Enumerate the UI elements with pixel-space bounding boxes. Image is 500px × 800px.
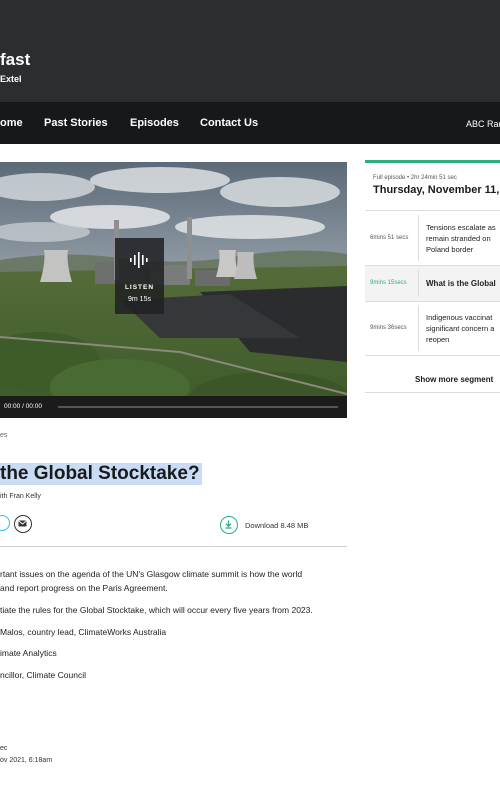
divider [365, 392, 500, 393]
segment-row[interactable]: 6mins 51 secs Tensions escalate as remai… [365, 210, 500, 265]
story-duration: ec [0, 745, 8, 752]
download-icon [220, 516, 238, 534]
show-header: fast Extel [0, 0, 500, 102]
nav-item-contact-us[interactable]: Contact Us [200, 117, 258, 129]
segment-row[interactable]: 9mins 36secs Indigenous vaccinat signifi… [365, 301, 500, 355]
nav-item-home[interactable]: ome [0, 117, 23, 129]
progress-track[interactable] [58, 406, 338, 408]
main-nav: ome Past Stories Episodes Contact Us ABC… [0, 102, 500, 144]
listen-button[interactable]: LISTEN 9m 15s [115, 238, 164, 314]
show-more-segments-button[interactable]: Show more segment [415, 375, 493, 384]
nav-item-episodes[interactable]: Episodes [130, 117, 179, 129]
story-date: ov 2021, 6:18am [0, 757, 53, 764]
listen-duration: 9m 15s [128, 296, 151, 303]
page-title: the Global Stocktake? [0, 463, 202, 485]
breadcrumb[interactable]: es [0, 432, 7, 439]
segment-title-line: significant concern a [426, 324, 495, 333]
segment-separator [418, 270, 419, 297]
episode-date[interactable]: Thursday, November 11, 2 [373, 184, 500, 196]
show-title[interactable]: fast [0, 50, 30, 70]
guest-item: Malos, country lead, ClimateWorks Austra… [0, 627, 167, 637]
episode-panel-accent [365, 160, 500, 163]
audio-wave-icon [130, 252, 148, 268]
segment-title-line: remain stranded on [426, 234, 491, 243]
segment-title-line: What is the Global [426, 279, 496, 288]
body-paragraph: rtant issues on the agenda of the UN's G… [0, 569, 303, 579]
guest-item: imate Analytics [0, 648, 57, 658]
page-title-text: the Global Stocktake? [0, 463, 202, 485]
show-subtitle: Extel [0, 74, 22, 84]
abc-radio-link[interactable]: ABC Rad [466, 119, 500, 129]
power-station-image [0, 162, 347, 418]
segment-title-line: Tensions escalate as [426, 223, 496, 232]
time-display: 00:00 / 00:00 [4, 403, 42, 410]
listen-label: LISTEN [124, 284, 155, 291]
share-icon[interactable] [0, 515, 10, 531]
segment-title-line: Poland border [426, 245, 474, 254]
segment-title-line: Indigenous vaccinat [426, 313, 493, 322]
segment-title-line: reopen [426, 335, 450, 344]
segment-separator [418, 215, 419, 261]
segment-separator [418, 306, 419, 351]
body-paragraph: tiate the rules for the Global Stocktake… [0, 605, 313, 615]
guest-item: ncillor, Climate Council [0, 670, 86, 680]
segment-time: 6mins 51 secs [370, 235, 409, 241]
player-controls: 00:00 / 00:00 [0, 396, 347, 418]
email-share-button[interactable] [14, 515, 32, 533]
full-episode-label: Full episode • 2hr 24min 51 sec [373, 175, 457, 181]
mail-icon [18, 520, 27, 527]
nav-item-past-stories[interactable]: Past Stories [44, 117, 108, 129]
divider [0, 546, 347, 547]
audio-player-artwork [0, 162, 347, 418]
byline: ith Fran Kelly [0, 493, 41, 500]
segment-list-end [365, 355, 500, 356]
segment-row-active[interactable]: 9mins 15secs What is the Global [365, 265, 500, 301]
body-paragraph: and report progress on the Paris Agreeme… [0, 583, 168, 593]
segment-time: 9mins 15secs [370, 280, 407, 286]
segment-time: 9mins 36secs [370, 325, 407, 331]
download-label: Download 8.48 MB [245, 521, 309, 530]
